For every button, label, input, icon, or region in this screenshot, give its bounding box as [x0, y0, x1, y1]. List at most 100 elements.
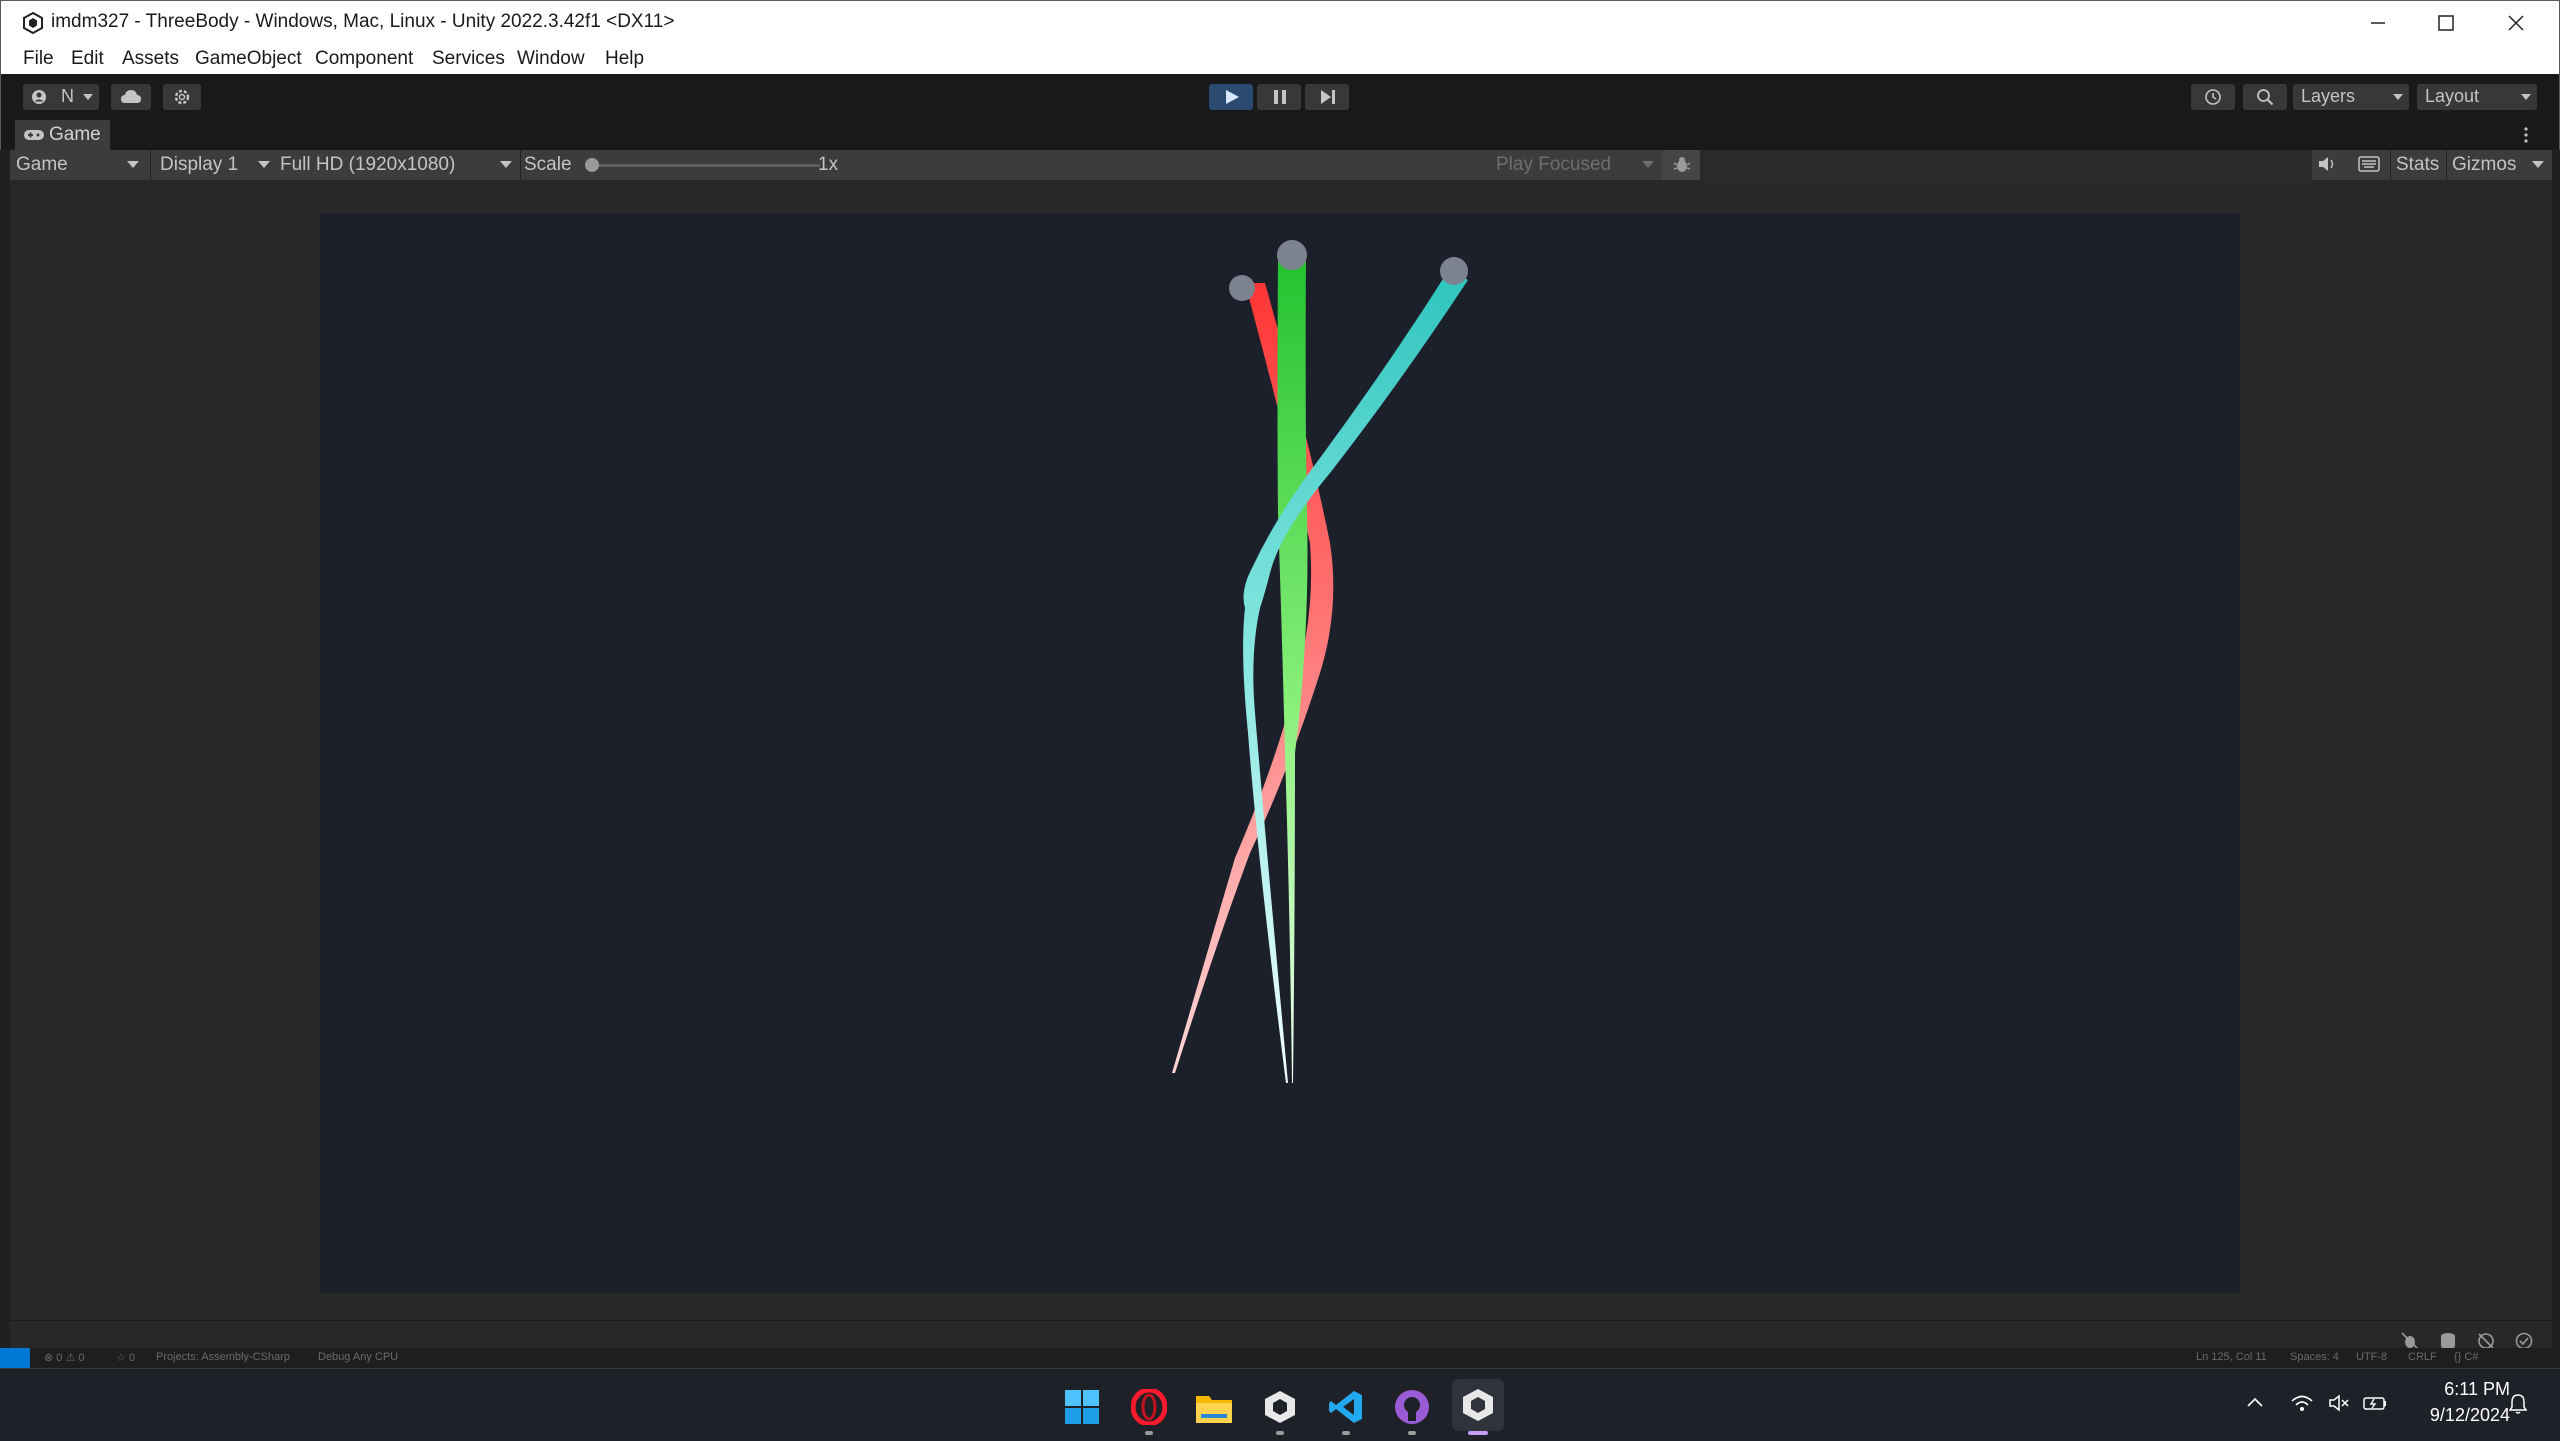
start-button[interactable] [1060, 1385, 1104, 1429]
layers-dropdown[interactable]: Layers [2293, 84, 2409, 110]
stats-button[interactable]: Stats [2396, 154, 2439, 176]
status-position: Ln 125, Col 11 [2196, 1351, 2267, 1363]
separator [150, 150, 151, 180]
keyboard-icon [2358, 156, 2380, 172]
maximize-icon [2438, 15, 2454, 31]
view-type-select[interactable]: Game [10, 150, 148, 180]
status-project: Projects: Assembly-CSharp [156, 1351, 290, 1363]
step-button[interactable] [1305, 84, 1349, 110]
panel-tab-bar: Game [0, 120, 2560, 150]
remote-indicator [0, 1348, 30, 1368]
cloud-icon [121, 90, 141, 103]
taskbar-file-explorer[interactable] [1192, 1385, 1236, 1429]
display-select[interactable]: Display 1 [152, 150, 276, 180]
frame-debugger-button[interactable] [1662, 150, 1700, 180]
gizmos-button[interactable]: Gizmos [2452, 154, 2516, 176]
mute-audio-button[interactable] [2316, 154, 2342, 176]
chevron-down-icon [1642, 161, 1654, 168]
running-indicator [1408, 1431, 1416, 1435]
vscode-icon [1329, 1391, 1362, 1423]
resolution-select[interactable]: Full HD (1920x1080) [278, 150, 518, 180]
wifi-icon[interactable] [2290, 1393, 2314, 1413]
clock-time: 6:11 PM [2444, 1379, 2510, 1399]
status-indent: Spaces: 4 [2290, 1351, 2339, 1363]
opera-icon [1131, 1389, 1167, 1425]
taskbar-vscode[interactable] [1324, 1385, 1368, 1429]
taskbar-unity-editor[interactable] [1452, 1379, 1504, 1431]
menu-services[interactable]: Services [432, 48, 505, 70]
tab-game-label: Game [49, 124, 101, 145]
notification-bell-icon[interactable] [2508, 1393, 2528, 1415]
unity-editor-icon [1463, 1389, 1493, 1421]
game-view-toolbar: Game Display 1 Full HD (1920x1080) Scale… [10, 150, 2552, 180]
scale-slider-track[interactable] [588, 164, 820, 167]
account-button[interactable]: N [23, 84, 99, 110]
background-status-bar: ⊗ 0 ⚠ 0 ☆ 0 Projects: Assembly-CSharp De… [0, 1348, 2560, 1368]
close-button[interactable] [2481, 1, 2551, 45]
layout-dropdown[interactable]: Layout [2417, 84, 2537, 110]
pause-button[interactable] [1257, 84, 1301, 110]
separator [2446, 150, 2447, 180]
battery-icon[interactable] [2362, 1393, 2388, 1413]
status-encoding: UTF-8 [2356, 1351, 2388, 1363]
chevron-down-icon [83, 94, 93, 100]
speaker-muted-icon[interactable] [2328, 1393, 2352, 1413]
layout-label: Layout [2425, 86, 2480, 106]
main-toolbar: N Layers Layout [0, 74, 2560, 120]
play-mode-select[interactable]: Play Focused [1492, 150, 1660, 180]
menu-gameobject[interactable]: GameObject [195, 48, 302, 70]
scale-slider-thumb[interactable] [585, 158, 599, 172]
status-eol: CRLF [2408, 1351, 2437, 1363]
cloud-button[interactable] [111, 84, 151, 110]
menu-component[interactable]: Component [315, 48, 413, 70]
separator [2390, 150, 2391, 180]
taskbar-unity-hub[interactable] [1258, 1385, 1302, 1429]
resolution-label: Full HD (1920x1080) [280, 154, 456, 175]
menu-file[interactable]: File [23, 48, 54, 70]
layers-label: Layers [2301, 86, 2356, 106]
chevron-down-icon [500, 161, 512, 168]
search-icon [2257, 89, 2274, 106]
play-button[interactable] [1209, 84, 1253, 110]
clock[interactable]: 6:11 PM 9/12/2024 [2400, 1377, 2510, 1433]
running-indicator [1145, 1431, 1153, 1435]
history-icon [2205, 89, 2221, 105]
menu-bar: File Edit Assets GameObject Component Se… [0, 44, 2560, 74]
pause-icon [1274, 90, 1286, 104]
unity-hub-icon [1265, 1391, 1295, 1423]
chevron-down-icon[interactable] [2532, 161, 2544, 168]
minimize-icon [2371, 22, 2385, 24]
account-label: N [61, 86, 74, 106]
menu-assets[interactable]: Assets [122, 48, 179, 70]
github-desktop-icon [1395, 1390, 1429, 1424]
running-indicator [1276, 1431, 1284, 1435]
game-viewport[interactable] [320, 213, 2240, 1293]
view-type-label: Game [16, 154, 68, 175]
shortcuts-button[interactable] [2358, 155, 2384, 175]
menu-help[interactable]: Help [605, 48, 644, 70]
menu-edit[interactable]: Edit [71, 48, 104, 70]
maximize-button[interactable] [2411, 1, 2481, 45]
speaker-icon [2319, 157, 2334, 171]
active-indicator [1468, 1431, 1488, 1435]
undo-history-button[interactable] [2191, 84, 2235, 110]
clock-date: 9/12/2024 [2429, 1405, 2510, 1425]
running-indicator [1342, 1431, 1350, 1435]
minimize-button[interactable] [2343, 1, 2413, 45]
menu-window[interactable]: Window [517, 48, 585, 70]
gear-icon [174, 89, 190, 105]
settings-button[interactable] [163, 84, 201, 110]
tab-game[interactable]: Game [15, 120, 110, 150]
search-button[interactable] [2243, 84, 2287, 110]
toolbar-spacer [1700, 150, 2312, 180]
status-config: Debug Any CPU [318, 1351, 399, 1363]
separator [520, 150, 521, 180]
chevron-up-icon[interactable] [2246, 1395, 2264, 1409]
simulation-canvas [1172, 240, 1468, 1083]
display-label: Display 1 [160, 154, 239, 175]
green-body-sphere [1277, 240, 1307, 270]
more-options-icon[interactable] [2523, 126, 2529, 144]
account-icon [32, 90, 46, 104]
taskbar-opera[interactable] [1127, 1385, 1171, 1429]
taskbar-github-desktop[interactable] [1390, 1385, 1434, 1429]
